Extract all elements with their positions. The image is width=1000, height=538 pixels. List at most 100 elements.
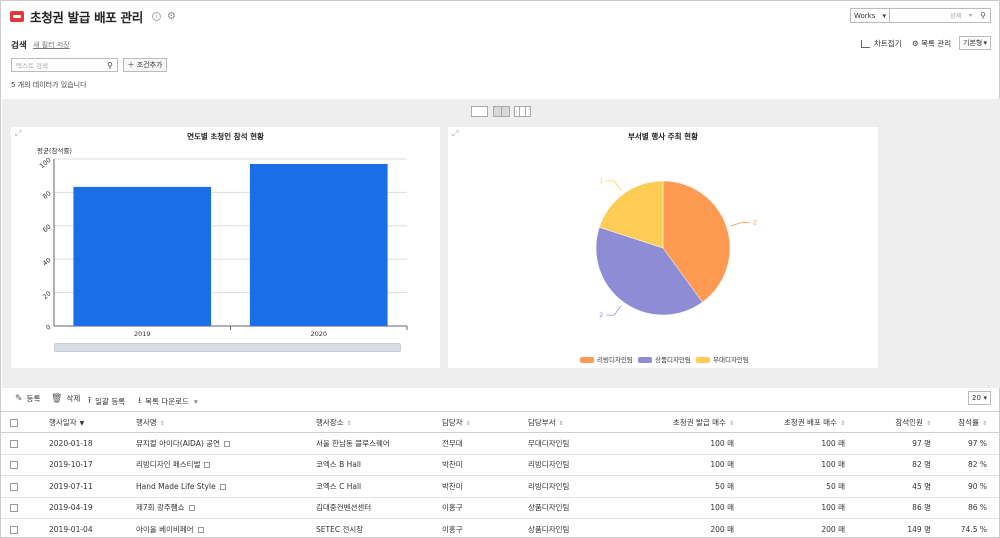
save-filter-link[interactable]: 새 필터 저장: [33, 40, 70, 50]
manager-cell-text: 이홍구: [442, 524, 463, 534]
chart-fold-button[interactable]: 차트접기: [861, 38, 902, 49]
list-manage-button[interactable]: ⚙ 목록 관리: [912, 38, 951, 49]
table-row[interactable]: 2019-01-04 아이올 베이비페어 SETEC 전시장 이홍구 상품디자인팀 200…: [1, 518, 999, 538]
manager-cell-text: 박찬미: [442, 481, 463, 491]
place-cell: SETEC 전시장: [316, 518, 442, 538]
dept-cell-text: 리빙디자인팀: [528, 460, 570, 470]
pie-value-label: 2: [599, 311, 603, 319]
detail-search-link[interactable]: 상세: [950, 11, 961, 20]
plus-icon: ＋: [127, 61, 137, 69]
dept-cell-text: 리빙디자인팀: [528, 481, 570, 491]
name-cell-text[interactable]: 아이올 베이비페어: [136, 525, 194, 534]
trash-icon: 🗑: [51, 393, 63, 404]
date-cell-text: 2019-10-17: [49, 460, 93, 470]
row-checkbox[interactable]: [10, 525, 18, 534]
sort-icon: ⇕: [465, 419, 471, 427]
open-link-icon[interactable]: [188, 505, 195, 512]
sort-icon: ⇕: [981, 419, 987, 427]
select-all-checkbox[interactable]: [10, 418, 18, 427]
name-cell-text[interactable]: 리빙디자인 페스티벌: [136, 460, 200, 469]
col-manager-label: 담당자: [442, 417, 463, 427]
attendees-cell: 86 명: [845, 497, 931, 519]
col-place[interactable]: 행사장소 ⇕: [316, 410, 442, 434]
layout-single-button[interactable]: [471, 106, 488, 117]
place-cell-text: 김대중컨벤션센터: [316, 503, 372, 513]
col-distributed[interactable]: 초청권 배포 매수 ⇕: [734, 410, 845, 434]
col-issued[interactable]: 초청권 발급 매수 ⇕: [610, 410, 734, 434]
attendees-cell: 82 명: [845, 454, 931, 477]
manager-cell: 박찬미: [442, 454, 528, 477]
row-checkbox[interactable]: [10, 482, 18, 491]
distributed-cell-text: 100 매: [821, 503, 845, 513]
row-checkbox[interactable]: [10, 504, 18, 513]
sort-icon: ⇕: [728, 419, 734, 427]
name-cell-text[interactable]: Hand Made Life Style: [136, 482, 216, 491]
view-type-select[interactable]: 기본형 ▾: [959, 36, 991, 50]
page-size-value: 20: [972, 394, 981, 402]
col-date-label: 행사일자: [49, 417, 77, 427]
issued-cell-text: 100 매: [710, 439, 734, 449]
issued-cell-text: 200 매: [710, 524, 734, 534]
bulk-register-button[interactable]: ⭱ 일괄 등록: [88, 393, 125, 409]
table-row[interactable]: 2019-07-11 Hand Made Life Style 코엑스 C Hall…: [1, 475, 999, 498]
place-cell: 코엑스 C Hall: [316, 475, 442, 498]
add-condition-button[interactable]: ＋ 조건추가: [123, 58, 167, 72]
red-ticket-icon: [10, 10, 24, 22]
name-cell-text[interactable]: 뮤지컬 아이다(AIDA) 공연: [136, 439, 220, 448]
search-icon[interactable]: ⚲: [107, 61, 113, 70]
delete-button[interactable]: 🗑 삭제: [51, 393, 80, 404]
row-checkbox[interactable]: [10, 461, 18, 470]
name-cell: 뮤지컬 아이다(AIDA) 공연: [136, 432, 316, 455]
chevron-down-icon: ▾: [193, 396, 198, 406]
rate-cell-text: 90 %: [967, 481, 987, 491]
col-manager[interactable]: 담당자 ⇕: [442, 410, 528, 434]
legend-swatch: [696, 357, 710, 363]
top-search-input[interactable]: 상세 ▾ ⚲: [890, 8, 991, 23]
delete-label: 삭제: [66, 394, 81, 403]
distributed-cell: 50 매: [734, 475, 845, 498]
layout-double-button[interactable]: [493, 106, 510, 117]
attendees-cell-text: 149 명: [907, 524, 931, 534]
app-select[interactable]: Works ▾: [850, 8, 890, 23]
download-icon: ⭳: [138, 396, 142, 406]
text-search-input[interactable]: 텍스트 검색 ⚲: [11, 58, 118, 72]
name-cell-text[interactable]: 제7회 광주쨈쇼: [136, 503, 185, 512]
info-icon[interactable]: i: [151, 11, 161, 21]
issued-cell: 200 매: [610, 518, 734, 538]
table-row[interactable]: 2020-01-18 뮤지컬 아이다(AIDA) 공연 서울 한남동 블루스퀘어 전무…: [1, 432, 999, 455]
title-bar: 초청권 발급 배포 관리 i ⚙: [10, 7, 176, 25]
attendees-cell-text: 82 명: [912, 460, 931, 470]
col-rate[interactable]: 참석률 ⇕: [931, 410, 999, 434]
gear-icon[interactable]: ⚙: [167, 11, 176, 22]
download-label: 목록 다운로드: [145, 396, 189, 406]
legend-label: 상품디자인팀: [655, 355, 691, 364]
col-date[interactable]: 행사일자 ▼: [49, 410, 136, 434]
col-attendees[interactable]: 참석인원 ⇕: [845, 410, 931, 434]
table-row[interactable]: 2019-10-17 리빙디자인 페스티벌 코엑스 B Hall 박찬미 리빙디자인팀 1…: [1, 454, 999, 477]
manager-cell: 박찬미: [442, 475, 528, 498]
search-icon[interactable]: ⚲: [980, 11, 986, 20]
pencil-icon: ✎: [15, 393, 23, 404]
open-link-icon[interactable]: [197, 526, 204, 533]
date-cell-text: 2019-07-11: [49, 481, 93, 491]
col-dept[interactable]: 담당부서 ⇕: [528, 410, 610, 434]
distributed-cell-text: 100 매: [821, 460, 845, 470]
chart-scrollbar[interactable]: [54, 343, 401, 352]
row-checkbox[interactable]: [10, 440, 18, 449]
chart-fold-label: 차트접기: [874, 39, 902, 48]
rate-cell: 86 %: [931, 497, 999, 519]
col-name[interactable]: 행사명 ⇕: [136, 410, 316, 434]
open-link-icon[interactable]: [204, 462, 211, 469]
open-link-icon[interactable]: [223, 441, 230, 448]
layout-triple-button[interactable]: [514, 106, 531, 117]
dept-cell: 리빙디자인팀: [528, 454, 610, 477]
open-link-icon[interactable]: [219, 483, 226, 490]
table-row[interactable]: 2019-04-19 제7회 광주쨈쇼 김대중컨벤션센터 이홍구 상품디자인팀 100 매…: [1, 497, 999, 519]
rate-cell: 82 %: [931, 454, 999, 477]
pie-label-line: [606, 305, 622, 316]
manager-cell-text: 전무대: [442, 439, 463, 449]
register-button[interactable]: ✎ 등록: [15, 393, 40, 404]
page-size-select[interactable]: 20 ▾: [968, 391, 991, 405]
download-button[interactable]: ⭳ 목록 다운로드 ▾: [138, 393, 198, 409]
col-rate-label: 참석률: [958, 417, 979, 427]
